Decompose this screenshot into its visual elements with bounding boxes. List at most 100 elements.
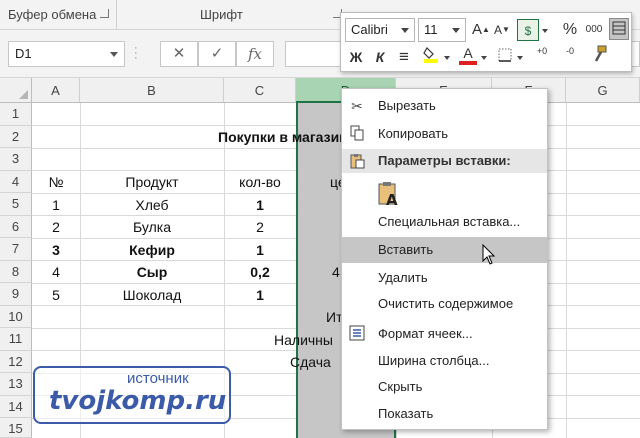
sheet-title: Покупки в магазин <box>218 129 348 145</box>
cell-qty: 0,2 <box>250 264 270 280</box>
menu-item-label: Вставить <box>378 242 434 257</box>
cell-no: 2 <box>52 219 60 235</box>
align-center-button[interactable]: ≡ <box>395 46 413 68</box>
italic-button[interactable]: К <box>371 46 389 68</box>
decrease-decimal-button[interactable]: -0 <box>559 46 581 68</box>
percent-style-button[interactable]: % <box>561 19 579 41</box>
row-header[interactable]: 4 <box>0 170 32 193</box>
menu-item-label: Специальная вставка... <box>378 214 521 229</box>
format-painter-brush-button[interactable] <box>589 45 611 67</box>
scissors-icon: ✂ <box>351 98 363 114</box>
paste-option-button[interactable]: A <box>377 181 401 209</box>
row-header[interactable]: 1 <box>0 103 32 126</box>
menu-item-label: Формат ячеек... <box>378 326 473 341</box>
borders-button[interactable] <box>496 46 514 68</box>
enter-button[interactable]: ✓ <box>198 41 236 67</box>
cell-product: Кефир <box>129 242 175 258</box>
row-header[interactable]: 6 <box>0 215 32 238</box>
menu-item-hide[interactable]: Скрыть <box>342 374 547 400</box>
font-color-button[interactable]: A <box>459 45 477 67</box>
copy-marquee <box>296 103 298 438</box>
total-label: Ит <box>326 309 343 325</box>
increase-decimal-button[interactable]: +0 <box>531 46 553 68</box>
select-all-button[interactable] <box>0 78 32 103</box>
column-header-g[interactable]: G <box>566 78 640 103</box>
menu-item-format-cells[interactable]: Формат ячеек... <box>342 321 547 347</box>
cancel-button[interactable]: ✕ <box>160 41 198 67</box>
row-header[interactable]: 7 <box>0 238 32 261</box>
menu-item-label: Вырезать <box>378 98 436 113</box>
format-cells-icon <box>348 325 366 343</box>
cell-no: 3 <box>52 242 60 258</box>
chevron-down-icon[interactable] <box>452 28 460 33</box>
cell-price-partial: 4 <box>332 264 340 280</box>
name-box-value: D1 <box>15 46 32 61</box>
chevron-down-icon[interactable] <box>481 56 487 60</box>
mouse-pointer-icon <box>482 244 496 265</box>
row-header[interactable]: 9 <box>0 283 32 306</box>
comma-style-button[interactable]: 000 <box>584 19 604 41</box>
menu-item-insert[interactable]: Вставить <box>342 237 547 263</box>
chevron-down-icon[interactable] <box>110 52 118 57</box>
header-no: № <box>48 174 64 190</box>
font-name-select[interactable]: Calibri <box>345 18 415 42</box>
source-watermark: источник tvojkomp.ru <box>33 366 231 424</box>
chevron-down-icon[interactable] <box>444 56 450 60</box>
row-header[interactable]: 10 <box>0 305 32 328</box>
grow-font-button[interactable]: A▲ <box>472 19 490 41</box>
row-header[interactable]: 12 <box>0 350 32 373</box>
cash-label: Наличны <box>274 332 333 348</box>
column-header-b[interactable]: B <box>80 78 224 103</box>
menu-item-cut[interactable]: ✂ Вырезать <box>342 93 547 119</box>
menu-section-label: Параметры вставки: <box>378 153 511 168</box>
font-size-select[interactable]: 11 <box>418 18 466 42</box>
row-header[interactable]: 3 <box>0 148 32 171</box>
row-header[interactable]: 2 <box>0 125 32 148</box>
accounting-format-button[interactable]: $ <box>517 19 539 41</box>
menu-item-column-width[interactable]: Ширина столбца... <box>342 348 547 374</box>
paste-icon: A <box>378 182 398 209</box>
shrink-font-button[interactable]: A▼ <box>493 19 511 41</box>
bold-button[interactable]: Ж <box>347 46 365 68</box>
chevron-down-icon[interactable] <box>542 29 548 33</box>
cell-no: 4 <box>52 264 60 280</box>
menu-item-label: Удалить <box>378 270 428 285</box>
column-header-c[interactable]: C <box>224 78 296 103</box>
row-header[interactable]: 8 <box>0 260 32 283</box>
drag-handle-icon[interactable]: · · · <box>134 43 138 64</box>
clipboard-launcher-icon[interactable] <box>100 9 109 18</box>
table-style-icon <box>612 21 626 35</box>
menu-item-paste-special[interactable]: Специальная вставка... <box>342 209 547 235</box>
shrink-font-icon: A <box>494 23 503 37</box>
clipboard-icon <box>348 153 366 171</box>
font-group-label: Шрифт <box>200 7 243 22</box>
row-header[interactable]: 15 <box>0 418 32 438</box>
menu-item-clear-contents[interactable]: Очистить содержимое <box>342 291 547 317</box>
clipboard-group-label: Буфер обмена <box>8 7 97 22</box>
menu-item-label: Ширина столбца... <box>378 353 490 368</box>
menu-item-copy[interactable]: Копировать <box>342 121 547 147</box>
row-header[interactable]: 11 <box>0 328 32 351</box>
row-header[interactable]: 13 <box>0 373 32 396</box>
fill-color-button[interactable] <box>421 45 441 67</box>
menu-item-delete[interactable]: Удалить <box>342 265 547 291</box>
chevron-down-icon[interactable] <box>401 28 409 33</box>
paint-bucket-icon <box>423 47 438 63</box>
context-menu: ✂ Вырезать Копировать Параметры вставки:… <box>341 88 548 430</box>
borders-icon <box>498 48 512 62</box>
row-header[interactable]: 5 <box>0 193 32 216</box>
cell-product: Шоколад <box>122 287 182 303</box>
chevron-down-icon[interactable] <box>517 56 523 60</box>
menu-item-show[interactable]: Показать <box>342 401 547 427</box>
header-product: Продукт <box>125 174 179 190</box>
font-color-icon: A <box>463 45 473 61</box>
column-header-a[interactable]: A <box>32 78 80 103</box>
row-header[interactable]: 14 <box>0 395 32 418</box>
menu-item-label: Скрыть <box>378 379 423 394</box>
menu-item-label: Показать <box>378 406 434 421</box>
cell-product: Сыр <box>136 264 168 280</box>
format-painter-button[interactable] <box>609 18 629 40</box>
cell-no: 1 <box>52 197 60 213</box>
name-box[interactable]: D1 <box>8 41 125 67</box>
insert-function-button[interactable]: fx <box>236 41 274 67</box>
